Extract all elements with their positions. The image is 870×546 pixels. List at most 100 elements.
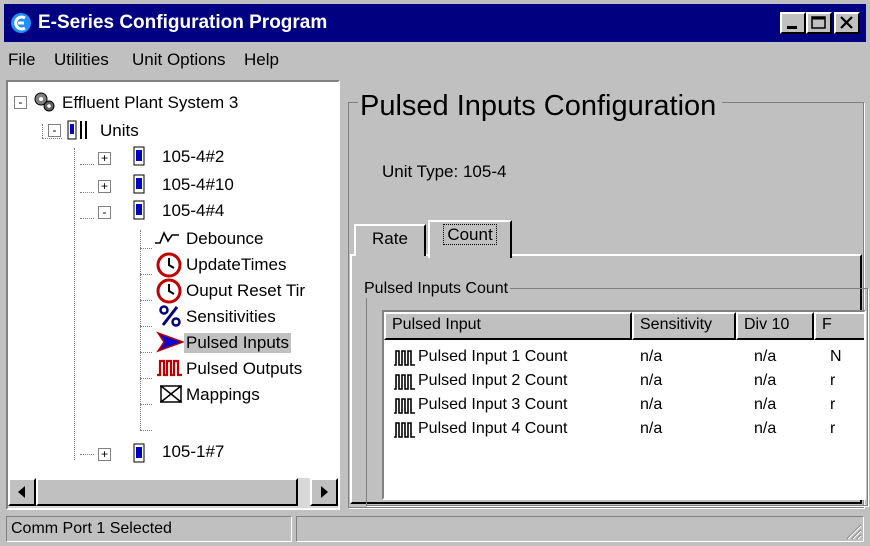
mappings-icon — [158, 383, 184, 405]
pulse-train-icon — [394, 349, 416, 367]
tab-rate[interactable]: Rate — [354, 224, 426, 256]
tree-item-debounce[interactable]: Debounce — [8, 226, 338, 252]
tree-item-updatetimes[interactable]: UpdateTimes — [8, 252, 338, 278]
percent-icon — [158, 304, 182, 328]
tab-count-label: Count — [443, 224, 497, 245]
scroll-thumb[interactable] — [36, 478, 298, 506]
cell-div10: n/a — [754, 420, 777, 437]
column-header-extra[interactable]: F — [814, 312, 864, 340]
status-text: Comm Port 1 Selected — [6, 516, 292, 542]
collapse-toggle[interactable]: - — [14, 96, 27, 109]
cell-name: Pulsed Input 3 Count — [418, 396, 568, 413]
column-header-pulsed-input[interactable]: Pulsed Input — [384, 312, 632, 340]
tree-item-label: Units — [100, 121, 139, 140]
tree-item-label: Mappings — [186, 385, 260, 404]
tree-item-label: Ouput Reset Tir — [186, 281, 306, 300]
cell-extra: r — [830, 396, 836, 413]
pulse-train-icon — [394, 397, 416, 415]
maximize-button[interactable] — [806, 12, 832, 34]
close-button[interactable] — [834, 12, 860, 34]
tree-item-unit[interactable]: - 105-4#4 — [8, 198, 338, 224]
title-bar[interactable]: E-Series Configuration Program — [4, 4, 866, 42]
window-title: E-Series Configuration Program — [38, 12, 328, 33]
tree-item-label: Debounce — [186, 229, 264, 248]
cell-sensitivity: n/a — [640, 348, 663, 365]
collapse-toggle[interactable]: - — [48, 124, 61, 137]
pulse-train-icon — [394, 421, 416, 439]
cell-name: Pulsed Input 1 Count — [418, 348, 568, 365]
menu-unit-options[interactable]: Unit Options — [132, 50, 226, 70]
minimize-icon — [782, 14, 804, 32]
tab-count[interactable]: Count — [428, 220, 512, 258]
unit-icon — [132, 442, 146, 464]
app-window: E-Series Configuration Program File Util… — [0, 0, 870, 546]
tree-view[interactable]: - Effluent Plant System 3 - Units + 105-… — [6, 80, 340, 510]
e-series-app-icon[interactable] — [10, 12, 32, 34]
unit-type-label: Unit Type: — [382, 162, 459, 181]
arrow-left-icon — [10, 480, 34, 504]
cell-sensitivity: n/a — [640, 396, 663, 413]
tree-item-output-reset[interactable]: Ouput Reset Tir — [8, 278, 338, 304]
menu-file[interactable]: File — [8, 50, 35, 70]
menu-help[interactable]: Help — [244, 50, 279, 70]
status-pane-secondary — [296, 516, 864, 542]
table-row[interactable]: Pulsed Input 2 Count n/a n/a r — [384, 370, 864, 394]
pulse-train-icon — [394, 373, 416, 391]
tree-horizontal-scrollbar[interactable] — [8, 478, 338, 508]
table-row[interactable]: Pulsed Input 4 Count n/a n/a r — [384, 418, 864, 442]
unit-icon — [132, 173, 146, 195]
tree-item-label: 105-4#2 — [162, 147, 225, 166]
pulsed-inputs-list[interactable]: Pulsed Input Sensitivity Div 10 F Pulsed… — [382, 310, 866, 500]
expand-toggle[interactable]: + — [98, 180, 111, 193]
pulsed-inputs-count-label: Pulsed Inputs Count — [362, 280, 511, 298]
tree-item-label: UpdateTimes — [186, 255, 287, 274]
scroll-left-button[interactable] — [8, 478, 36, 506]
tree-item-sensitivities[interactable]: Sensitivities — [8, 304, 338, 330]
cell-div10: n/a — [754, 372, 777, 389]
tree-item-unit[interactable]: + 105-4#10 — [8, 172, 338, 198]
cell-name: Pulsed Input 4 Count — [418, 420, 568, 437]
cell-div10: n/a — [754, 396, 777, 413]
tree-item-unit[interactable]: + 105-4#2 — [8, 144, 338, 170]
menu-bar: File Utilities Unit Options Help — [4, 46, 866, 74]
tree-item-label: Pulsed Outputs — [186, 359, 303, 378]
cell-extra: r — [830, 372, 836, 389]
unit-type: Unit Type: 105-4 — [382, 162, 506, 182]
arrow-right-icon — [312, 480, 336, 504]
system-gears-icon — [32, 90, 56, 114]
scroll-right-button[interactable] — [310, 478, 338, 506]
resize-grip-icon[interactable] — [844, 522, 862, 540]
cell-sensitivity: n/a — [640, 372, 663, 389]
tree-connector — [140, 430, 152, 431]
page-title: Pulsed Inputs Configuration — [358, 88, 723, 124]
tree-item-unit[interactable]: + 105-1#7 — [8, 442, 338, 468]
tree-item-pulsed-inputs[interactable]: Pulsed Inputs — [8, 330, 338, 356]
unit-type-value: 105-4 — [462, 162, 507, 181]
table-row[interactable]: Pulsed Input 3 Count n/a n/a r — [384, 394, 864, 418]
clock-icon — [156, 278, 182, 304]
unit-icon — [132, 199, 146, 221]
cell-extra: N — [830, 348, 842, 365]
tree-item-pulsed-outputs[interactable]: Pulsed Outputs — [8, 356, 338, 382]
expand-toggle[interactable]: + — [98, 448, 111, 461]
tree-item-mappings[interactable]: Mappings — [8, 382, 338, 408]
status-bar: Comm Port 1 Selected — [4, 514, 866, 544]
tree-item-label: 105-4#10 — [162, 175, 234, 194]
maximize-icon — [808, 14, 830, 32]
waveform-icon — [154, 227, 180, 249]
expand-toggle[interactable]: + — [98, 152, 111, 165]
tree-item-label: Pulsed Inputs — [184, 333, 292, 353]
column-header-div10[interactable]: Div 10 — [736, 312, 814, 340]
table-row[interactable]: Pulsed Input 1 Count n/a n/a N — [384, 346, 864, 370]
tree-item-label: Effluent Plant System 3 — [62, 93, 239, 112]
cell-extra: r — [830, 420, 836, 437]
arrow-icon — [156, 331, 184, 353]
menu-utilities[interactable]: Utilities — [54, 50, 109, 70]
tree-item-label: Sensitivities — [186, 307, 276, 326]
tree-item-system[interactable]: - Effluent Plant System 3 — [8, 90, 338, 116]
tree-item-units[interactable]: - Units — [8, 118, 338, 144]
column-header-sensitivity[interactable]: Sensitivity — [632, 312, 736, 340]
pulse-outputs-icon — [156, 357, 184, 379]
minimize-button[interactable] — [780, 12, 806, 34]
collapse-toggle[interactable]: - — [98, 206, 111, 219]
